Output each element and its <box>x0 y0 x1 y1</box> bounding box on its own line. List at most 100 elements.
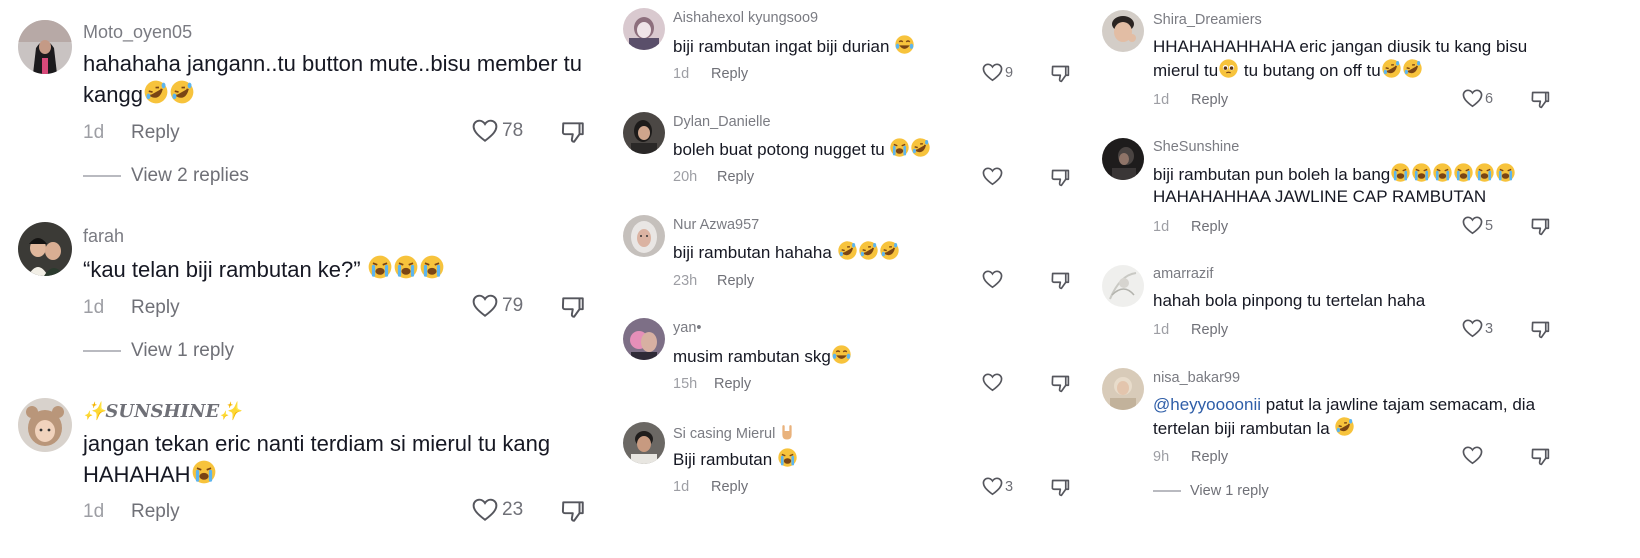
heart-outline-icon <box>1462 446 1483 465</box>
comment-text: hahahaha jangann..tu button mute..bisu m… <box>83 51 583 107</box>
dislike-button[interactable] <box>560 119 586 145</box>
dislike-button[interactable] <box>1530 319 1551 340</box>
like-button[interactable]: 5 <box>1462 216 1493 235</box>
user-mention-link[interactable]: @heyyoooonii <box>1153 395 1261 414</box>
dislike-button[interactable] <box>1530 446 1551 467</box>
like-button[interactable] <box>1462 446 1485 465</box>
dislike-button[interactable] <box>1530 89 1551 110</box>
comment-username[interactable]: yan• <box>673 320 701 336</box>
avatar[interactable] <box>623 422 665 464</box>
like-count: 79 <box>502 295 524 316</box>
loud-cry-emoji <box>367 254 393 280</box>
thumbs-down-icon <box>1530 216 1551 237</box>
dislike-button[interactable] <box>1050 270 1071 291</box>
avatar[interactable] <box>1102 368 1144 410</box>
avatar[interactable] <box>18 20 72 74</box>
like-count: 78 <box>502 120 524 141</box>
comment-username[interactable]: nisa_bakar99 <box>1153 370 1240 386</box>
like-count: 3 <box>1005 478 1014 495</box>
dislike-button[interactable] <box>1050 477 1071 498</box>
comment-username[interactable]: Si casing Mierul <box>673 424 795 442</box>
reply-button[interactable]: Reply <box>717 273 754 289</box>
laugh-emoji <box>143 79 169 105</box>
loud-cry-emoji <box>393 254 419 280</box>
thumbs-down-icon <box>1050 477 1071 498</box>
view-replies-button[interactable]: View 2 replies <box>83 165 249 187</box>
laugh-emoji <box>858 240 879 261</box>
like-button[interactable] <box>982 270 1005 289</box>
loud-cry-emoji <box>1390 162 1411 183</box>
reply-button[interactable]: Reply <box>1191 322 1228 338</box>
comment-username[interactable]: amarrazif <box>1153 266 1213 282</box>
avatar[interactable] <box>1102 10 1144 52</box>
comment-age: 20h <box>673 169 698 185</box>
reply-button[interactable]: Reply <box>131 122 180 144</box>
thumbs-down-icon <box>1050 270 1071 291</box>
avatar[interactable] <box>623 318 665 360</box>
like-count: 5 <box>1485 217 1494 234</box>
thumbs-down-icon <box>560 498 586 524</box>
comment-age: 1d <box>83 501 105 522</box>
reply-button[interactable]: Reply <box>711 479 748 495</box>
comment-username[interactable]: ✨𝑺𝑼𝑵𝑺𝑯𝑰𝑵𝑬✨ <box>83 401 242 422</box>
comment-age: 1d <box>673 479 690 495</box>
heart-outline-icon <box>472 498 498 522</box>
comment-username[interactable]: Nur Azwa957 <box>673 217 759 233</box>
laugh-emoji <box>169 79 195 105</box>
like-button[interactable]: 9 <box>982 63 1013 82</box>
reply-button[interactable]: Reply <box>131 501 180 523</box>
comment-username[interactable]: farah <box>83 226 124 247</box>
laugh-emoji <box>837 240 858 261</box>
reply-button[interactable]: Reply <box>1191 449 1228 465</box>
loud-cry-emoji <box>1432 162 1453 183</box>
like-button[interactable]: 3 <box>982 477 1013 496</box>
avatar[interactable] <box>623 112 665 154</box>
avatar[interactable] <box>623 215 665 257</box>
like-count: 3 <box>1485 320 1494 337</box>
comment-age: 1d <box>1153 219 1170 235</box>
thumbs-down-icon <box>1050 63 1071 84</box>
avatar[interactable] <box>1102 138 1144 180</box>
reply-button[interactable]: Reply <box>711 66 748 82</box>
reply-button[interactable]: Reply <box>131 297 180 319</box>
avatar[interactable] <box>623 8 665 50</box>
comment-username[interactable]: Moto_oyen05 <box>83 22 192 43</box>
like-button[interactable]: 6 <box>1462 89 1493 108</box>
comment-username[interactable]: Shira_Dreamiers <box>1153 12 1262 28</box>
comment-username[interactable]: Dylan_Danielle <box>673 114 771 130</box>
avatar[interactable] <box>18 222 72 276</box>
reply-button[interactable]: Reply <box>1191 92 1228 108</box>
reply-button[interactable]: Reply <box>714 376 751 392</box>
like-button[interactable]: 3 <box>1462 319 1493 338</box>
heart-outline-icon <box>982 270 1003 289</box>
like-button[interactable] <box>982 373 1005 392</box>
comment-age: 1d <box>673 66 690 82</box>
reply-button[interactable]: Reply <box>717 169 754 185</box>
dislike-button[interactable] <box>1050 167 1071 188</box>
like-button[interactable]: 23 <box>472 498 523 522</box>
reply-button[interactable]: Reply <box>1191 219 1228 235</box>
like-button[interactable]: 78 <box>472 119 523 143</box>
loud-cry-emoji <box>1453 162 1474 183</box>
view-replies-button[interactable]: View 1 reply <box>1153 483 1269 499</box>
comment-username[interactable]: SheSunshine <box>1153 139 1239 155</box>
dislike-button[interactable] <box>1530 216 1551 237</box>
like-count: 6 <box>1485 90 1494 107</box>
avatar[interactable] <box>1102 265 1144 307</box>
dislike-button[interactable] <box>560 498 586 524</box>
view-replies-button[interactable]: View 1 reply <box>83 340 234 362</box>
laugh-emoji <box>1334 416 1355 437</box>
avatar[interactable] <box>18 398 72 452</box>
dislike-button[interactable] <box>1050 63 1071 84</box>
like-button[interactable] <box>982 167 1005 186</box>
comment-username[interactable]: Aishahexol kyungsoo9 <box>673 10 818 26</box>
pleading-emoji <box>1218 58 1239 79</box>
dislike-button[interactable] <box>560 294 586 320</box>
thumbs-down-icon <box>1530 319 1551 340</box>
comment-age: 1d <box>1153 322 1170 338</box>
comment-text: musim rambutan skg <box>673 344 1093 368</box>
like-button[interactable]: 79 <box>472 294 523 318</box>
heart-outline-icon <box>472 119 498 143</box>
loud-cry-emoji <box>419 254 445 280</box>
dislike-button[interactable] <box>1050 373 1071 394</box>
